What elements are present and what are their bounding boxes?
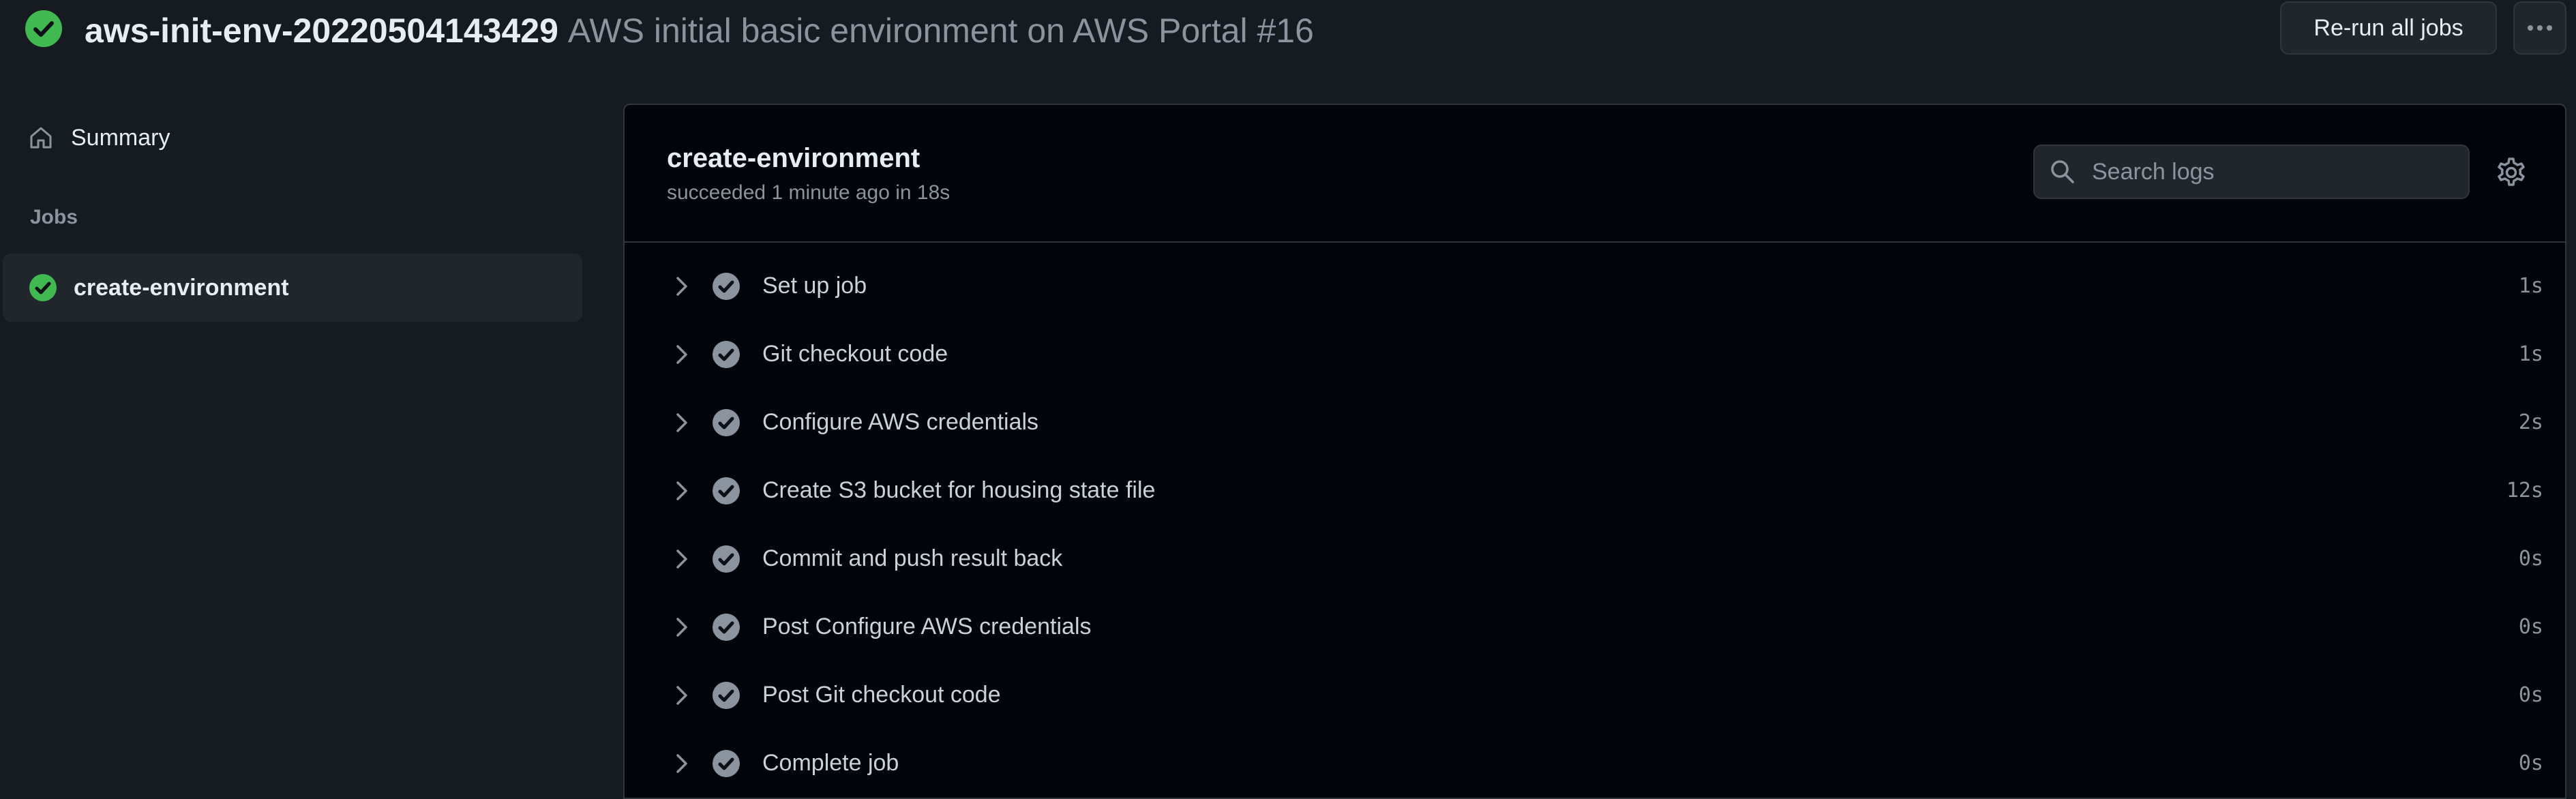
chevron-right-icon bbox=[676, 686, 687, 705]
step-duration: 0s bbox=[2518, 683, 2543, 707]
step-name: Post Configure AWS credentials bbox=[762, 614, 1092, 639]
job-title: create-environment bbox=[667, 143, 920, 173]
step-name: Set up job bbox=[762, 273, 867, 299]
run-header: aws-init-env-20220504143429 AWS initial … bbox=[0, 0, 2576, 104]
step-row[interactable]: Post Git checkout code 0s bbox=[625, 661, 2565, 729]
chevron-right-icon bbox=[676, 277, 687, 296]
step-row[interactable]: Set up job 1s bbox=[625, 252, 2565, 320]
chevron-right-icon bbox=[676, 754, 687, 773]
search-icon bbox=[2051, 160, 2074, 183]
step-row[interactable]: Commit and push result back 0s bbox=[625, 525, 2565, 593]
kebab-horizontal-icon bbox=[2528, 25, 2552, 31]
step-duration: 0s bbox=[2518, 547, 2543, 571]
step-row[interactable]: Post Configure AWS credentials 0s bbox=[625, 593, 2565, 661]
check-circle-icon bbox=[713, 409, 740, 436]
success-check-icon bbox=[25, 10, 62, 47]
chevron-right-icon bbox=[676, 618, 687, 637]
step-duration: 0s bbox=[2518, 751, 2543, 775]
step-name: Create S3 bucket for housing state file bbox=[762, 477, 1156, 503]
step-row[interactable]: Complete job 0s bbox=[625, 729, 2565, 798]
step-name: Post Git checkout code bbox=[762, 682, 1001, 708]
chevron-right-icon bbox=[676, 549, 687, 569]
search-logs-input[interactable] bbox=[2091, 157, 2448, 186]
step-row[interactable]: Create S3 bucket for housing state file 1… bbox=[625, 457, 2565, 525]
check-circle-icon bbox=[713, 341, 740, 368]
step-name: Complete job bbox=[762, 750, 899, 776]
sidebar-item-create-environment[interactable]: create-environment bbox=[3, 254, 582, 322]
step-row[interactable]: Git checkout code 1s bbox=[625, 320, 2565, 389]
more-options-button[interactable] bbox=[2513, 1, 2566, 55]
sidebar-item-label: Summary bbox=[71, 124, 170, 151]
search-logs-field[interactable] bbox=[2033, 145, 2470, 199]
header-divider bbox=[625, 241, 2565, 243]
step-name: Commit and push result back bbox=[762, 545, 1063, 571]
step-name: Configure AWS credentials bbox=[762, 409, 1039, 435]
step-duration: 0s bbox=[2518, 615, 2543, 639]
chevron-right-icon bbox=[676, 345, 687, 364]
chevron-right-icon bbox=[676, 481, 687, 500]
check-circle-icon bbox=[713, 682, 740, 709]
check-circle-icon bbox=[713, 614, 740, 641]
check-circle-icon bbox=[713, 545, 740, 573]
chevron-right-icon bbox=[676, 413, 687, 432]
check-circle-icon bbox=[713, 273, 740, 300]
jobs-heading: Jobs bbox=[30, 206, 78, 228]
check-circle-icon bbox=[713, 477, 740, 504]
step-duration: 2s bbox=[2518, 410, 2543, 434]
sidebar-item-label: create-environment bbox=[74, 274, 289, 301]
home-icon bbox=[30, 127, 52, 149]
job-log-panel: create-environment succeeded 1 minute ag… bbox=[623, 104, 2566, 799]
rerun-all-jobs-button[interactable]: Re-run all jobs bbox=[2280, 1, 2497, 55]
step-row[interactable]: Configure AWS credentials 2s bbox=[625, 389, 2565, 457]
step-duration: 1s bbox=[2518, 342, 2543, 366]
check-circle-icon bbox=[713, 750, 740, 777]
steps-list: Set up job 1s Git checkout code 1s Configure… bbox=[625, 252, 2565, 798]
step-duration: 12s bbox=[2506, 479, 2543, 502]
gear-icon[interactable] bbox=[2496, 157, 2527, 188]
success-check-icon bbox=[29, 274, 57, 301]
workflow-name: aws-init-env-20220504143429 bbox=[85, 12, 558, 50]
run-title: aws-init-env-20220504143429 AWS initial … bbox=[85, 4, 1314, 57]
sidebar-item-summary[interactable]: Summary bbox=[27, 117, 170, 158]
step-name: Git checkout code bbox=[762, 341, 948, 367]
step-duration: 1s bbox=[2518, 274, 2543, 298]
job-status: succeeded 1 minute ago in 18s bbox=[667, 181, 950, 204]
run-title-text: AWS initial basic environment on AWS Por… bbox=[567, 12, 1314, 50]
